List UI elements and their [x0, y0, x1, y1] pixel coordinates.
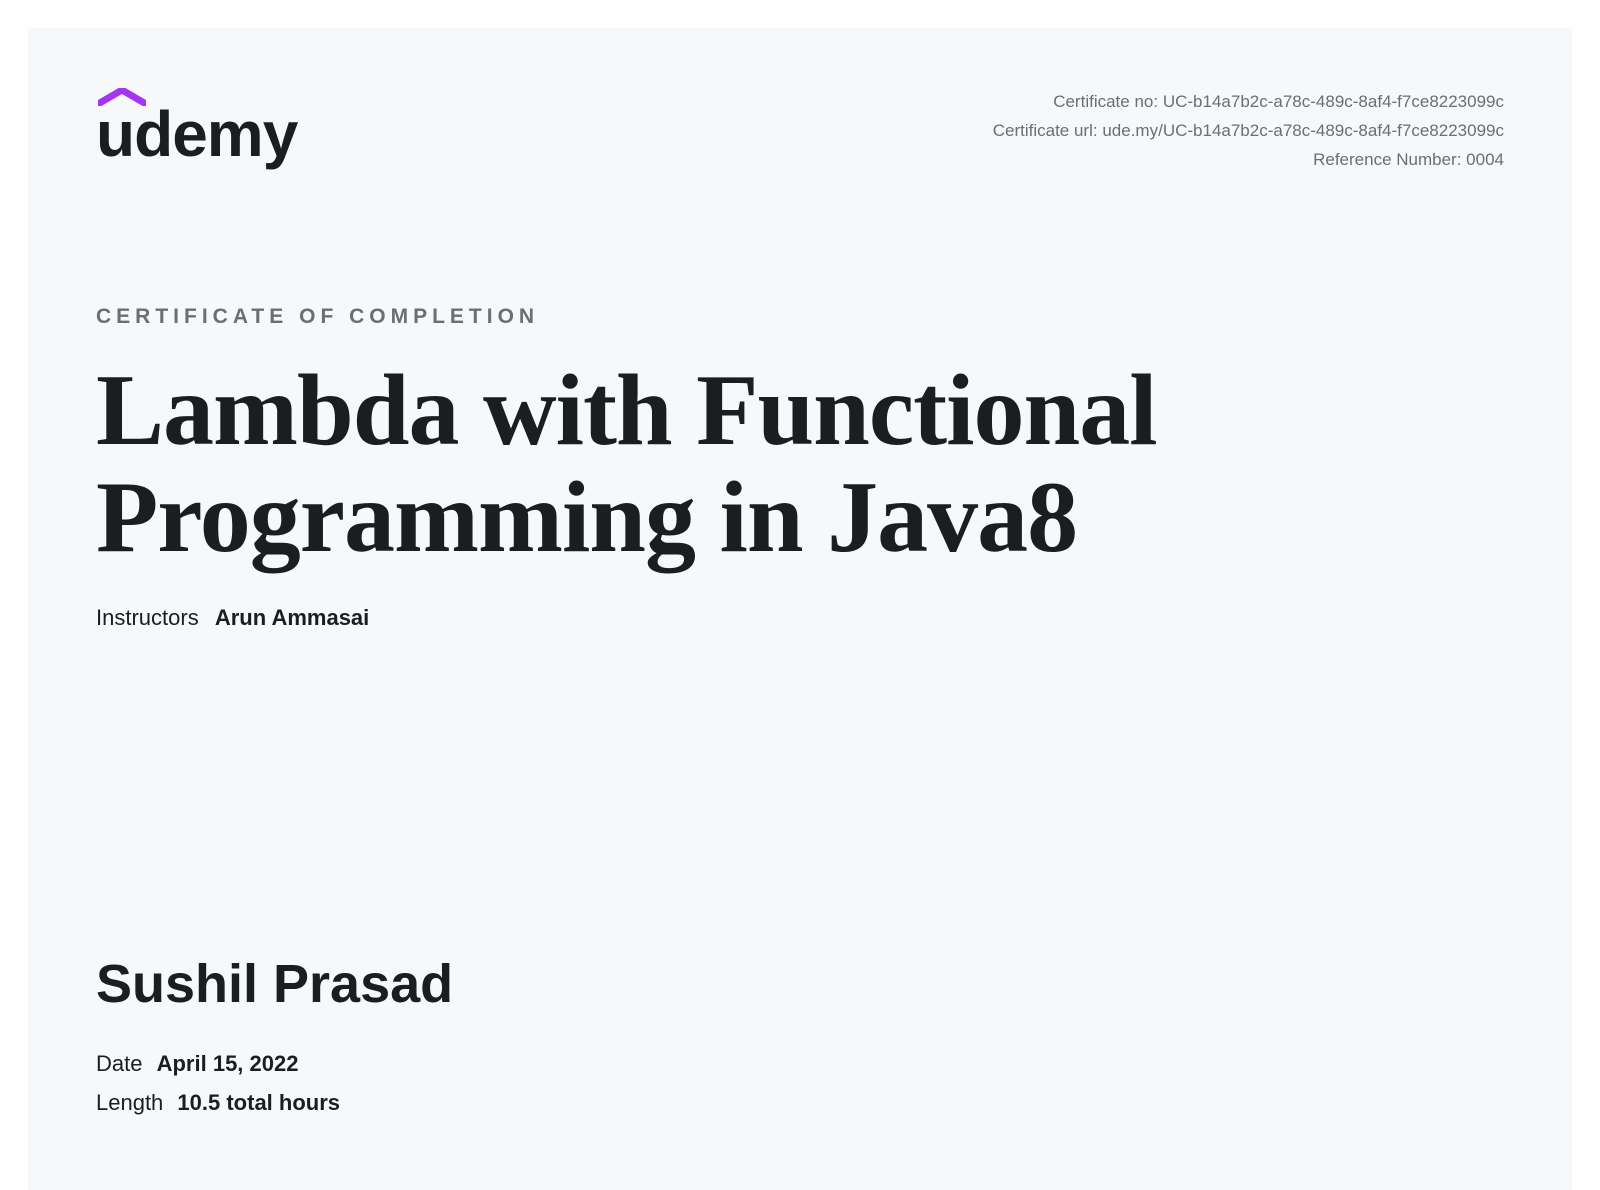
certificate-url-row: Certificate url: ude.my/UC-b14a7b2c-a78c… — [993, 117, 1504, 146]
instructors-name: Arun Ammasai — [215, 605, 369, 630]
certificate-number-value: UC-b14a7b2c-a78c-489c-8af4-f7ce8223099c — [1163, 92, 1504, 111]
length-value: 10.5 total hours — [177, 1090, 340, 1115]
certificate-metadata: Certificate no: UC-b14a7b2c-a78c-489c-8a… — [993, 88, 1504, 175]
length-row: Length 10.5 total hours — [96, 1084, 453, 1123]
instructors-label: Instructors — [96, 605, 199, 630]
reference-number-value: 0004 — [1466, 150, 1504, 169]
instructors-row: Instructors Arun Ammasai — [96, 605, 1504, 631]
udemy-logo-text: udemy — [96, 102, 297, 166]
date-row: Date April 15, 2022 — [96, 1045, 453, 1084]
date-value: April 15, 2022 — [157, 1051, 299, 1076]
certificate-container: udemy Certificate no: UC-b14a7b2c-a78c-4… — [28, 28, 1572, 1190]
completion-label: CERTIFICATE OF COMPLETION — [96, 305, 1504, 329]
recipient-name: Sushil Prasad — [96, 953, 453, 1015]
certificate-url-value: ude.my/UC-b14a7b2c-a78c-489c-8af4-f7ce82… — [1102, 121, 1504, 140]
certificate-number-label: Certificate no: — [1053, 92, 1158, 111]
reference-number-label: Reference Number: — [1313, 150, 1461, 169]
udemy-logo: udemy — [96, 88, 297, 166]
reference-number-row: Reference Number: 0004 — [993, 146, 1504, 175]
course-title: Lambda with Functional Programming in Ja… — [96, 357, 1504, 571]
certificate-number-row: Certificate no: UC-b14a7b2c-a78c-489c-8a… — [993, 88, 1504, 117]
certificate-header: udemy Certificate no: UC-b14a7b2c-a78c-4… — [96, 88, 1504, 175]
certificate-url-label: Certificate url: — [993, 121, 1098, 140]
recipient-section: Sushil Prasad Date April 15, 2022 Length… — [96, 953, 453, 1122]
date-label: Date — [96, 1051, 142, 1076]
length-label: Length — [96, 1090, 163, 1115]
